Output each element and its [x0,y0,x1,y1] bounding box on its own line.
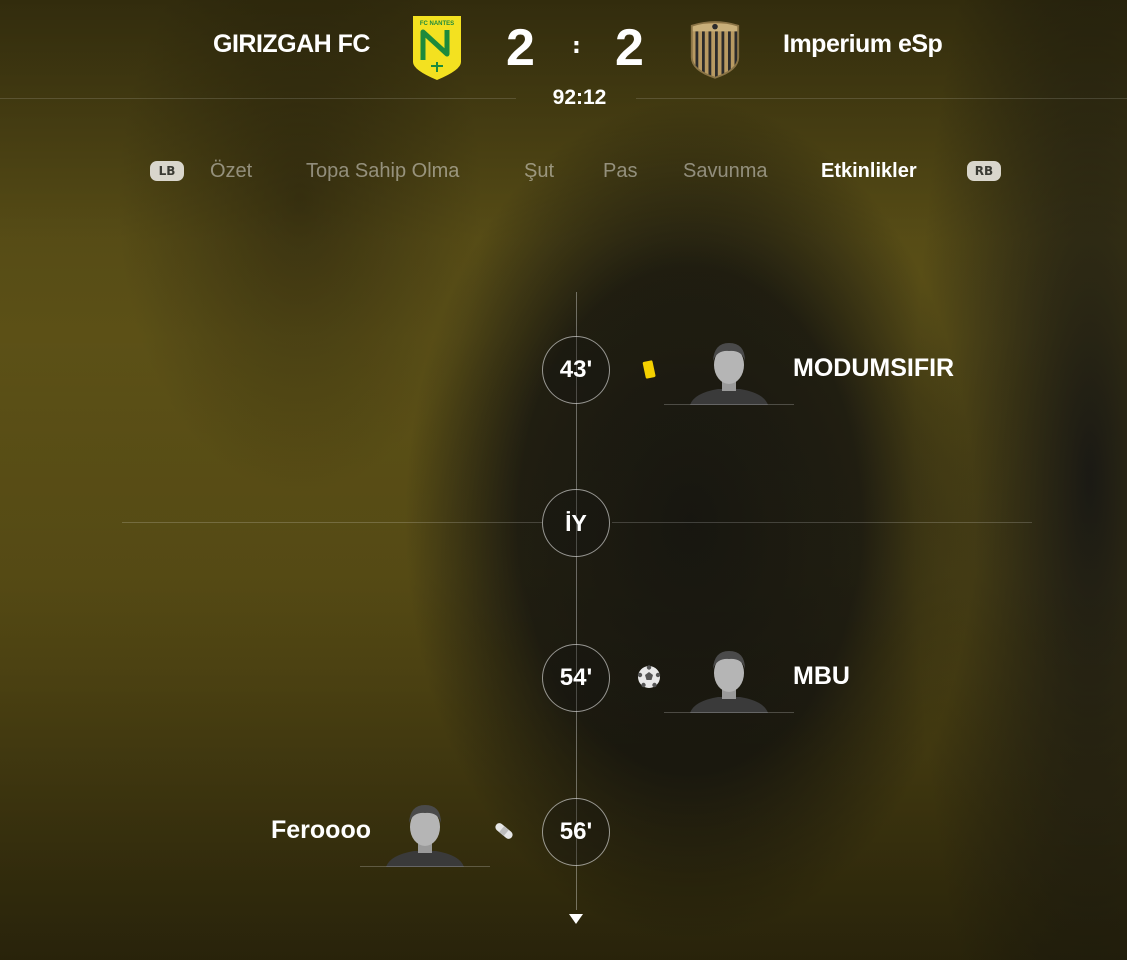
fc-nantes-crest-icon: FC NANTES [413,16,461,80]
tab-etkinlikler[interactable]: Etkinlikler [821,160,917,183]
tab-sut[interactable]: Şut [524,160,554,183]
tab-savunma[interactable]: Savunma [683,160,768,183]
home-score: 2 [506,19,535,77]
crest-text: FC NANTES [420,21,454,27]
halftime-line-left [122,522,542,523]
event-minute: 43' [542,336,610,404]
player-name: Feroooo [271,816,371,844]
match-facts-screen: GIRIZGAH FC FC NANTES 2 : 2 Imperium eSp… [0,0,1127,960]
home-team-name: GIRIZGAH FC [213,30,371,58]
rb-button-icon[interactable]: RB [967,161,1001,181]
event-minute: 54' [542,644,610,712]
lb-button-icon[interactable]: LB [150,161,184,181]
tab-ozet[interactable]: Özet [210,160,252,183]
stats-tab-bar: LB Özet Topa Sahip Olma Şut Pas Savunma … [0,158,1127,188]
score-separator: : [572,34,581,59]
player-underline [664,712,794,713]
player-avatar-icon [690,343,768,405]
striped-shield-crest-icon [690,21,740,79]
player-underline [664,404,794,405]
chevron-down-icon[interactable] [569,914,583,924]
halftime-line-right [612,522,1032,523]
halftime-marker: İY [542,489,610,557]
injury-bandage-icon [495,823,513,839]
goal-ball-icon [637,665,661,688]
match-clock: 92:12 [552,86,607,109]
event-minute: 56' [542,798,610,866]
player-avatar-icon [386,805,464,867]
tab-topa-sahip-olma[interactable]: Topa Sahip Olma [306,160,459,183]
away-team-name: Imperium eSp [783,30,943,58]
tab-pas[interactable]: Pas [603,160,637,183]
player-underline [360,866,490,867]
player-avatar-icon [690,651,768,713]
away-score: 2 [615,19,644,77]
yellow-card-icon [642,360,656,379]
player-name: MODUMSIFIR [793,354,955,382]
player-name: MBU [793,662,850,690]
